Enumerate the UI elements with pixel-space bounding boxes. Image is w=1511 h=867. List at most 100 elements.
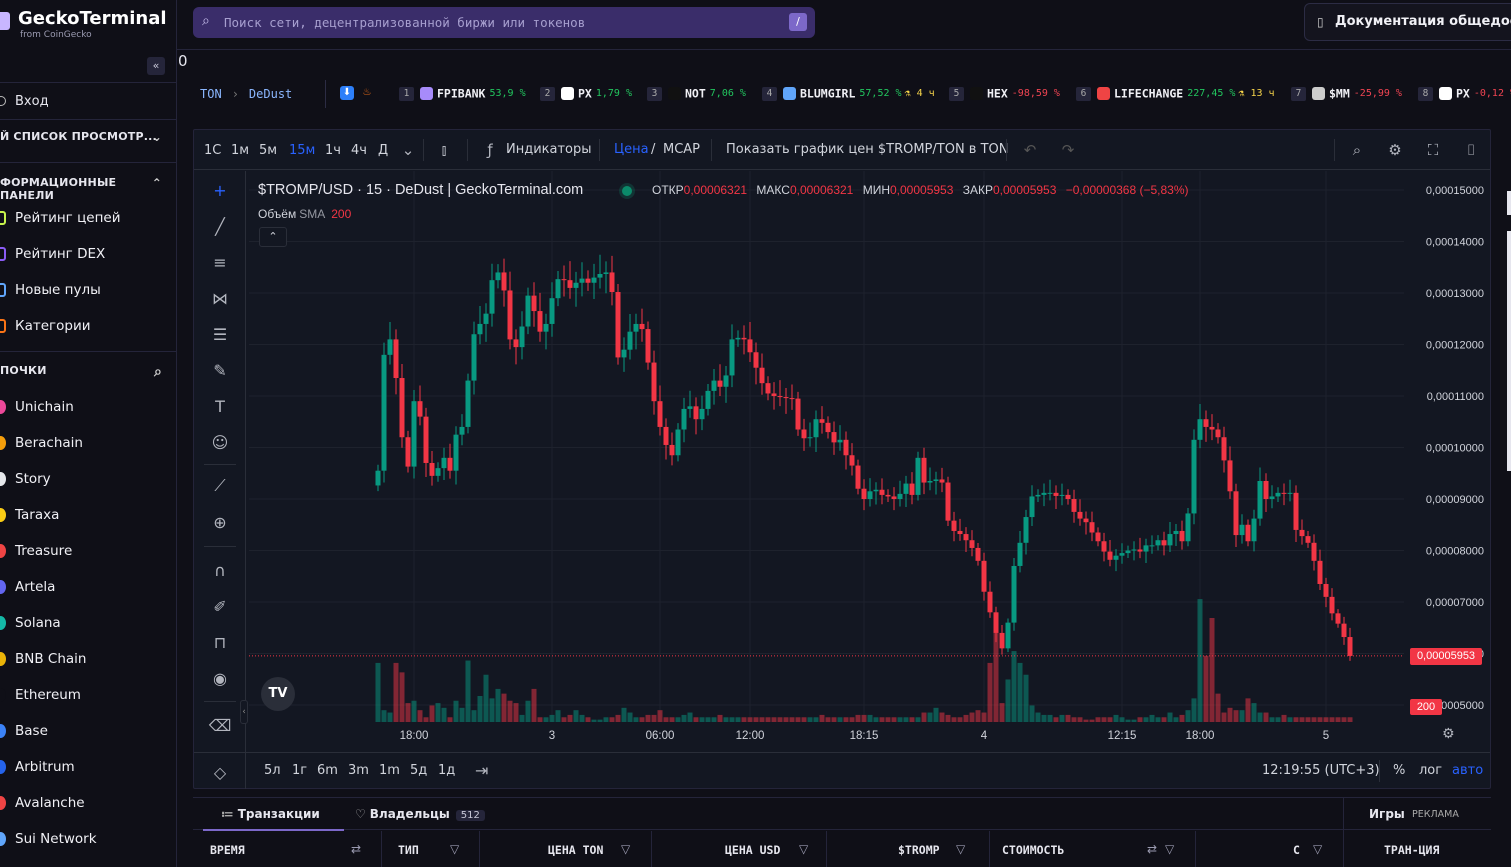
crosshair-icon[interactable]: + <box>208 179 232 203</box>
brush-icon[interactable]: ✎ <box>208 359 232 383</box>
column-header[interactable]: С <box>1293 843 1300 857</box>
redo-icon[interactable]: ↷ <box>1058 140 1078 160</box>
swap-icon[interactable]: ⇄ <box>1147 842 1157 856</box>
login-link[interactable]: Вход <box>0 92 170 112</box>
range-button[interactable]: 5л <box>264 763 281 778</box>
fib-icon[interactable]: ☰ <box>208 323 232 347</box>
filter-icon[interactable]: ▽ <box>799 842 808 856</box>
text-tool-icon[interactable]: T <box>208 395 232 419</box>
column-header[interactable]: ТИП <box>398 843 419 857</box>
tab-transactions[interactable]: ≔ Транзакции <box>203 807 344 831</box>
timeframe-button[interactable]: 15м <box>289 143 315 158</box>
price-toggle[interactable]: Цена <box>614 142 649 157</box>
time-axis[interactable]: 18:00 3 06:00 12:00 18:15 4 12:15 18:00 5 <box>249 724 1404 746</box>
filter-icon[interactable]: ▽ <box>1165 842 1174 856</box>
mcap-toggle[interactable]: MCAP <box>663 142 700 157</box>
percent-toggle[interactable]: % <box>1393 763 1405 778</box>
column-header[interactable]: ЦЕНА USD <box>725 843 780 857</box>
trending-icon[interactable]: ⬇ <box>340 86 354 100</box>
fire-icon[interactable]: ♨ <box>360 86 374 100</box>
pattern-icon[interactable]: ⋈ <box>208 287 232 311</box>
lock-icon[interactable]: ⊓ <box>208 631 232 655</box>
ticker-item[interactable]: 1 FPIBANK 53,9 % <box>399 86 526 102</box>
logo[interactable]: GeckoTerminal from CoinGecko <box>0 6 177 46</box>
ticker-item[interactable]: 3 NOT 7,06 % <box>647 86 746 102</box>
watchlist-toggle[interactable]: Й СПИСОК ПРОСМОТР... ⌄ <box>0 130 170 150</box>
candle-type-icon[interactable]: ⫾ <box>434 140 454 160</box>
timeframe-button[interactable]: 1ч <box>325 143 341 158</box>
filter-icon[interactable]: ▽ <box>450 842 459 856</box>
range-button[interactable]: 1m <box>379 763 400 778</box>
collapse-tools-button[interactable]: ‹ <box>240 700 248 724</box>
ticker-item[interactable]: 7 $MM -25,99 % <box>1291 86 1402 102</box>
sidebar-chain-item[interactable]: Treasure <box>0 541 170 563</box>
trend-line-icon[interactable]: ╱ <box>208 215 232 239</box>
sidebar-chain-item[interactable]: Berachain <box>0 433 170 455</box>
breadcrumb-network[interactable]: TON <box>200 87 222 101</box>
range-button[interactable]: 3m <box>348 763 369 778</box>
sidebar-chain-item[interactable]: Base <box>0 721 170 743</box>
sidebar-chain-item[interactable]: Taraxa <box>0 505 170 527</box>
column-header[interactable]: $TROMP <box>898 843 940 857</box>
volume-legend[interactable]: Объём SMA 200 <box>258 207 351 221</box>
search-icon[interactable]: ⌕ <box>154 364 162 380</box>
ticker-item[interactable]: 8 PX-0,12 % <box>1418 86 1511 102</box>
sidebar-chain-item[interactable]: Unichain <box>0 397 170 419</box>
breadcrumb-dex[interactable]: DeDust <box>249 87 292 101</box>
sidebar-chain-item[interactable]: Solana <box>0 613 170 635</box>
undo-icon[interactable]: ↶ <box>1020 140 1040 160</box>
tradingview-logo[interactable]: TV <box>261 677 295 711</box>
collapse-sidebar-button[interactable]: « <box>147 57 165 75</box>
sidebar-chain-item[interactable]: Avalanche <box>0 793 170 815</box>
axis-settings-icon[interactable]: ⚙ <box>1442 726 1455 742</box>
ticker-item[interactable]: 2 PX 1,79 % <box>540 86 632 102</box>
timeframe-button[interactable]: 1м <box>231 143 249 158</box>
date-range-icon[interactable]: ⇥ <box>475 761 488 780</box>
sidebar-chain-item[interactable]: Story <box>0 469 170 491</box>
docs-button[interactable]: ▯ Документация общедост <box>1304 3 1511 41</box>
camera-icon[interactable]: ⌷ <box>1461 140 1481 160</box>
range-button[interactable]: 6m <box>317 763 338 778</box>
sidebar-chain-item[interactable]: Arbitrum <box>0 757 170 779</box>
timeframe-button[interactable]: 5м <box>259 143 277 158</box>
ticker-item[interactable]: 4 BLUMGIRL 57,52 % ⚗ 4 ч <box>762 86 935 102</box>
column-header[interactable]: ВРЕМЯ <box>210 843 245 857</box>
ticker-item[interactable]: 5 HEX -98,59 % <box>949 86 1060 102</box>
tab-holders[interactable]: ♡ Владельцы 512 <box>355 807 485 821</box>
fullscreen-icon[interactable]: ⛶ <box>1423 140 1443 160</box>
price-axis[interactable]: 0,00015000 0,00014000 0,00013000 0,00012000… <box>1404 171 1490 722</box>
auto-toggle[interactable]: авто <box>1452 763 1483 778</box>
sidebar-dashboard-item[interactable]: Категории <box>0 316 170 338</box>
indicators-icon[interactable]: ƒ <box>480 140 500 160</box>
lock-drawing-icon[interactable]: ✐ <box>208 595 232 619</box>
column-header[interactable]: ТРАН-ЦИЯ <box>1384 843 1439 857</box>
sidebar-chain-item[interactable]: Sui Network <box>0 829 170 851</box>
settings-icon[interactable]: ⚙ <box>1385 140 1405 160</box>
swap-icon[interactable]: ⇄ <box>351 842 361 856</box>
quick-search-icon[interactable]: ⌕ <box>1347 140 1367 160</box>
candlestick-plot[interactable] <box>249 171 1404 722</box>
sidebar-chain-item[interactable]: Ethereum <box>0 685 170 707</box>
timeframe-button[interactable]: 4ч <box>351 143 367 158</box>
filter-icon[interactable]: ▽ <box>956 842 965 856</box>
filter-icon[interactable]: ▽ <box>621 842 630 856</box>
trash-icon[interactable]: ⌫ <box>208 714 232 738</box>
zoom-in-icon[interactable]: ⊕ <box>208 511 232 535</box>
chevron-down-icon[interactable]: ⌄ <box>398 140 418 160</box>
column-header[interactable]: ЦЕНА TON <box>548 843 603 857</box>
range-button[interactable]: 5д <box>410 763 427 778</box>
sidebar-chain-item[interactable]: BNB Chain <box>0 649 170 671</box>
magnet-icon[interactable]: ∩ <box>208 559 232 583</box>
sidebar-dashboard-item[interactable]: Рейтинг DEX <box>0 244 170 266</box>
filter-icon[interactable]: ▽ <box>1313 842 1322 856</box>
ruler-icon[interactable]: ⟋ <box>208 474 232 498</box>
clock[interactable]: 12:19:55 (UTC+3) <box>1262 763 1380 778</box>
games-ad[interactable]: Игры РЕКЛАМА <box>1343 798 1491 831</box>
search-input[interactable] <box>224 12 784 32</box>
sidebar-dashboard-item[interactable]: Новые пулы <box>0 280 170 302</box>
column-header[interactable]: СТОИМОСТЬ <box>1002 843 1064 857</box>
sidebar-dashboard-item[interactable]: Рейтинг цепей <box>0 208 170 230</box>
dashboards-toggle[interactable]: ФОРМАЦИОННЫЕ ПАНЕЛИ ⌃ <box>0 176 170 202</box>
show-ton-chart-button[interactable]: Показать график цен $TROMP/TON в TON <box>726 142 1009 157</box>
search-bar[interactable]: ⌕ / <box>193 7 815 38</box>
